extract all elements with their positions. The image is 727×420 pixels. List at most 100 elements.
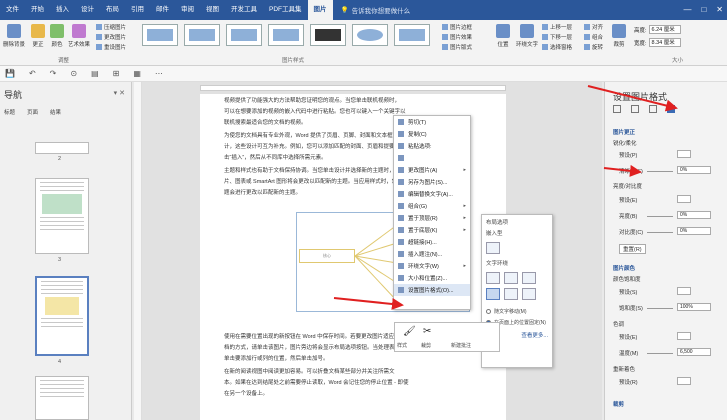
wrap-top-bottom-option[interactable] [486,288,500,300]
tab-mailings[interactable]: 邮件 [150,0,175,20]
picture-style-4[interactable] [268,24,304,46]
tab-picture[interactable]: 图片 [307,0,333,20]
page-thumb-3[interactable] [35,178,89,254]
effects-category-icon[interactable] [631,105,639,113]
fill-icon[interactable] [613,105,621,113]
picture-effects-button[interactable]: 图片效果 [442,33,472,41]
temperature-slider[interactable] [647,353,673,354]
context-menu-item[interactable]: 设置图片格式(O)... [394,284,470,296]
maximize-button[interactable]: □ [701,0,706,20]
page-thumb-4[interactable] [35,276,89,356]
selection-pane-button[interactable]: 选择窗格 [542,43,572,51]
nav-tab-pages[interactable]: 页面 [27,108,38,116]
wrap-front-option[interactable] [522,288,536,300]
tone-preset-dropdown[interactable] [677,332,691,340]
remove-background-button[interactable]: 删除背景 [3,24,25,48]
saturation-preset-dropdown[interactable] [677,287,691,295]
reset-picture-button[interactable]: 重设图片 [96,43,126,51]
wrap-through-option[interactable] [522,272,536,284]
align-button[interactable]: 对齐 [584,23,603,31]
contrast-slider[interactable] [647,232,673,233]
context-menu-item[interactable]: 编辑替换文字(A)... [394,188,470,200]
picture-category-icon[interactable] [667,105,675,113]
page-thumb-2[interactable] [35,142,89,154]
context-menu-item[interactable]: 置于顶层(R) ▸ [394,212,470,224]
picture-style-1[interactable] [142,24,178,46]
tab-view[interactable]: 视图 [200,0,225,20]
tab-home[interactable]: 开始 [25,0,50,20]
tab-developer[interactable]: 开发工具 [225,0,263,20]
context-menu-item[interactable]: 粘贴选项: [394,140,470,152]
height-input[interactable]: 6.24 厘米 [648,25,681,34]
nav-tab-results[interactable]: 结果 [50,108,61,116]
layout-category-icon[interactable] [649,105,657,113]
save-icon[interactable]: 💾 [5,69,15,78]
tab-pdf-tools[interactable]: PDF工具集 [263,0,308,20]
picture-border-button[interactable]: 图片边框 [442,23,472,31]
picture-style-6[interactable] [352,24,388,46]
wrap-inline-option[interactable] [486,242,500,254]
minimize-button[interactable]: — [683,0,691,20]
brightness-input[interactable]: 0% [677,211,711,219]
send-backward-button[interactable]: 下移一层 [542,33,572,41]
section-picture-color[interactable]: 图片颜色 [613,264,635,272]
context-menu-item[interactable]: 组合(G) ▸ [394,200,470,212]
wrap-behind-option[interactable] [504,288,518,300]
corrections-button[interactable]: 更正 [31,24,45,48]
nav-controls[interactable]: ▾ ✕ [114,89,125,97]
redo-icon[interactable]: ↷ [50,69,57,78]
sharpen-preset-dropdown[interactable] [677,150,691,158]
bring-forward-button[interactable]: 上移一层 [542,23,572,31]
mini-crop-label[interactable]: 裁剪 [421,342,431,349]
context-menu-item[interactable]: 另存为图片(S)... [394,176,470,188]
context-menu-item[interactable]: 插入题注(N)... [394,248,470,260]
context-menu-item[interactable]: 超链接(H)... [394,236,470,248]
color-button[interactable]: 颜色 [50,24,64,48]
contrast-input[interactable]: 0% [677,227,711,235]
tab-references[interactable]: 引用 [125,0,150,20]
context-menu-item[interactable]: 更改图片(A) ▸ [394,164,470,176]
change-picture-button[interactable]: 更改图片 [96,33,126,41]
saturation-input[interactable]: 100% [677,303,711,311]
page-thumb-5[interactable] [35,376,89,420]
tab-review[interactable]: 审阅 [175,0,200,20]
reset-button[interactable]: 重置(R) [619,244,646,254]
close-button[interactable]: ✕ [716,0,723,20]
recolor-preset-dropdown[interactable] [677,377,691,385]
circle-icon[interactable]: ⊙ [70,69,77,78]
rotate-button[interactable]: 旋转 [584,43,603,51]
tab-file[interactable]: 文件 [0,0,25,20]
width-input[interactable]: 8.34 厘米 [648,38,681,47]
crop-tool-icon[interactable]: ✂ [423,326,431,337]
sharpness-input[interactable]: 0% [677,166,711,174]
context-menu-item[interactable]: 剪切(T) [394,116,470,128]
picture-style-7[interactable] [394,24,430,46]
context-menu-item[interactable] [394,152,470,164]
wrap-text-button[interactable]: 环绕文字 [516,24,538,48]
crop-button[interactable]: 裁剪 [612,24,626,48]
position-button[interactable]: 位置 [496,24,510,48]
tab-design[interactable]: 设计 [75,0,100,20]
doc-icon[interactable]: ▤ [91,69,99,78]
grid-icon[interactable]: ▦ [133,69,141,78]
mini-comment-label[interactable]: 新建批注 [451,342,471,349]
move-with-text-radio[interactable]: 随文字移动(M) [482,306,552,317]
tab-insert[interactable]: 插入 [50,0,75,20]
picture-style-5[interactable] [310,24,346,46]
picture-layout-button[interactable]: 图片版式 [442,43,472,51]
more-icon[interactable]: ⋯ [155,69,163,78]
compress-pictures-button[interactable]: 压缩图片 [96,23,126,31]
context-menu-item[interactable]: 环绕文字(W) ▸ [394,260,470,272]
sharpness-slider[interactable] [647,171,673,172]
tell-me-search[interactable]: 💡 告诉我你想要做什么 [341,5,411,15]
picture-style-3[interactable] [226,24,262,46]
section-picture-corrections[interactable]: 图片更正 [613,128,635,136]
table-icon[interactable]: ⊞ [113,69,120,78]
section-crop[interactable]: 裁剪 [613,400,624,408]
context-menu-item[interactable]: 复制(C) [394,128,470,140]
context-menu-item[interactable]: 大小和位置(Z)... [394,272,470,284]
mini-style-label[interactable]: 样式 [397,342,407,349]
picture-style-2[interactable] [184,24,220,46]
artistic-effects-button[interactable]: 艺术效果 [68,24,90,48]
group-button[interactable]: 组合 [584,33,603,41]
